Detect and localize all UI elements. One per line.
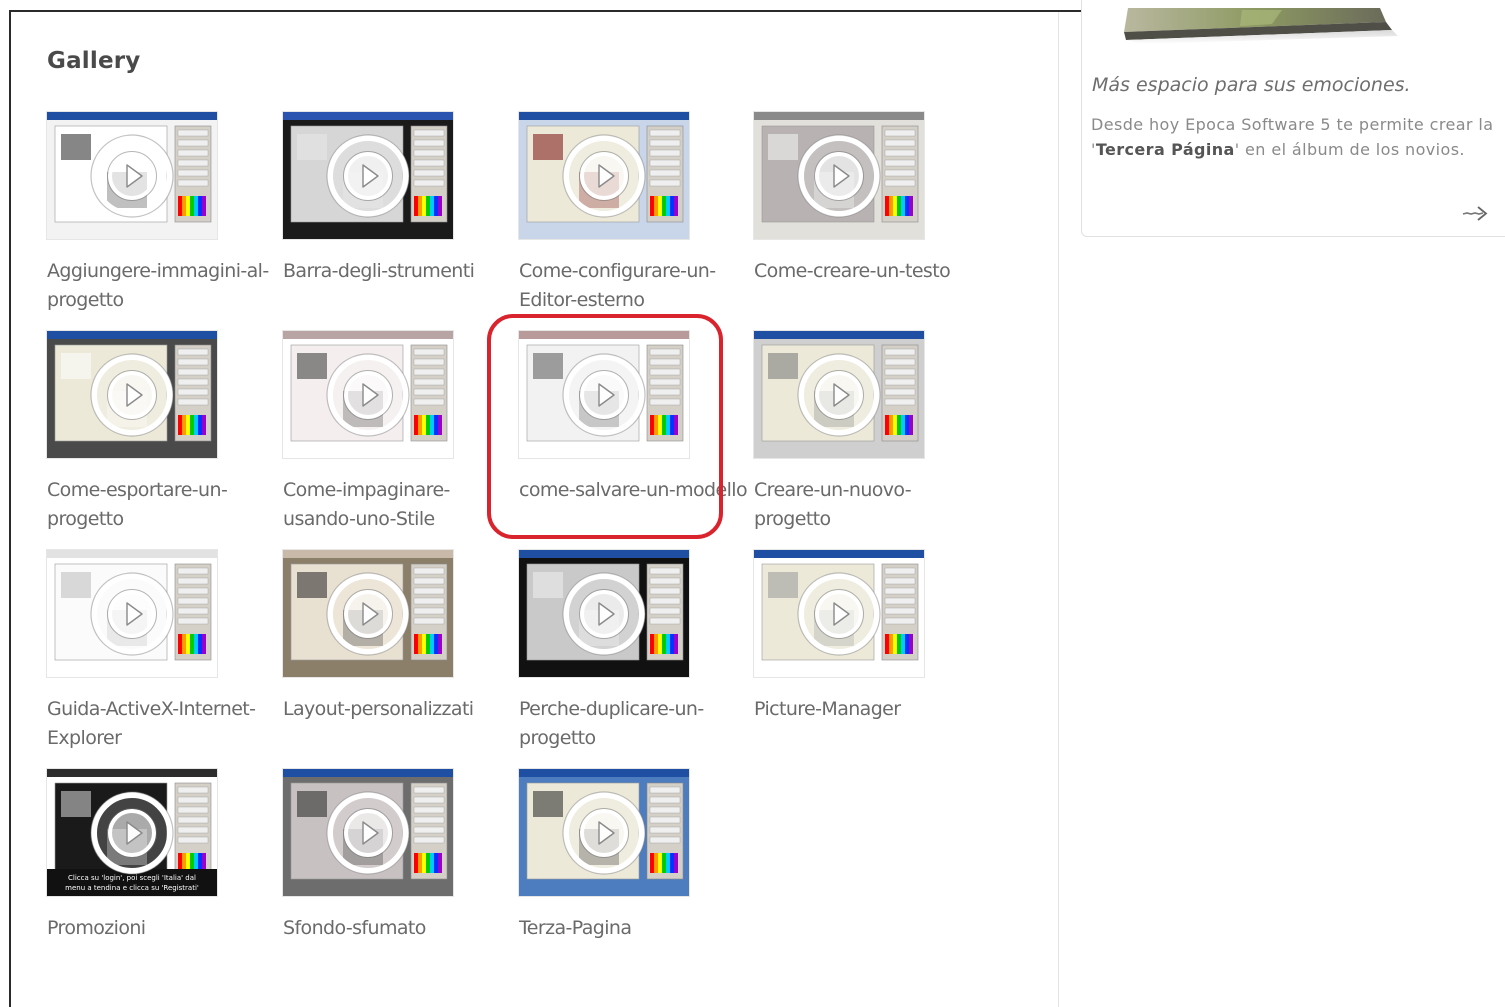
video-thumbnail[interactable] <box>754 331 924 458</box>
video-thumbnail[interactable] <box>47 331 217 458</box>
gallery-item[interactable]: come-salvare-un-modello <box>519 331 751 505</box>
play-icon[interactable] <box>562 571 646 656</box>
video-thumbnail[interactable] <box>283 112 453 239</box>
arrow-right-icon[interactable] <box>1462 204 1488 222</box>
gallery-item-label[interactable]: Aggiungere-immagini-al-progetto <box>47 257 279 315</box>
play-icon[interactable] <box>90 352 174 437</box>
video-thumbnail[interactable]: Clicca su 'login', poi scegli 'Italia' d… <box>47 769 217 896</box>
gallery-item[interactable]: Terza-Pagina <box>519 769 751 943</box>
gallery-item-label[interactable]: Come-creare-un-testo <box>754 257 986 286</box>
play-icon[interactable] <box>90 790 174 875</box>
gallery-item[interactable]: Clicca su 'login', poi scegli 'Italia' d… <box>47 769 279 943</box>
gallery-item-label[interactable]: Picture-Manager <box>754 695 986 724</box>
video-thumbnail[interactable] <box>519 550 689 677</box>
play-icon[interactable] <box>326 133 410 218</box>
play-icon[interactable] <box>797 571 881 656</box>
gallery-item-label[interactable]: Terza-Pagina <box>519 914 751 943</box>
gallery-item-label[interactable]: Barra-degli-strumenti <box>283 257 515 286</box>
gallery-item[interactable]: Come-configurare-un-Editor-esterno <box>519 112 751 315</box>
gallery-item[interactable]: Perche-duplicare-un-progetto <box>519 550 751 753</box>
video-thumbnail[interactable] <box>754 112 924 239</box>
page: Gallery Aggiungere-immagini-al-progetto B… <box>0 0 1505 1007</box>
frame-border-left <box>9 10 11 1007</box>
gallery-item-label[interactable]: Come-impaginare-usando-uno-Stile <box>283 476 515 534</box>
gallery-item-label[interactable]: come-salvare-un-modello <box>519 476 751 505</box>
gallery-item-label[interactable]: Promozioni <box>47 914 279 943</box>
gallery-item[interactable]: Come-creare-un-testo <box>754 112 986 286</box>
gallery-item[interactable]: Picture-Manager <box>754 550 986 724</box>
play-icon[interactable] <box>797 352 881 437</box>
play-icon[interactable] <box>90 571 174 656</box>
column-divider <box>1058 12 1059 1007</box>
play-icon[interactable] <box>326 352 410 437</box>
gallery-item-label[interactable]: Creare-un-nuovo-progetto <box>754 476 986 534</box>
gallery-item-label[interactable]: Guida-ActiveX-Internet-Explorer <box>47 695 279 753</box>
play-icon[interactable] <box>326 790 410 875</box>
gallery-item[interactable]: Come-impaginare-usando-uno-Stile <box>283 331 515 534</box>
play-icon[interactable] <box>326 571 410 656</box>
gallery-title: Gallery <box>47 48 141 74</box>
play-icon[interactable] <box>562 352 646 437</box>
play-icon[interactable] <box>797 133 881 218</box>
thumbnail-caption-line: menu a tendina e clicca su 'Registrati' <box>65 884 199 892</box>
video-thumbnail[interactable] <box>519 769 689 896</box>
video-thumbnail[interactable] <box>754 550 924 677</box>
gallery-item[interactable]: Guida-ActiveX-Internet-Explorer <box>47 550 279 753</box>
video-thumbnail[interactable] <box>283 769 453 896</box>
promo-body-bold: Tercera Página <box>1095 140 1235 159</box>
promo-headline: Más espacio para sus emociones. <box>1092 74 1411 96</box>
video-thumbnail[interactable] <box>47 550 217 677</box>
promo-card[interactable]: Más espacio para sus emociones. Desde ho… <box>1081 0 1505 237</box>
gallery-item[interactable]: Barra-degli-strumenti <box>283 112 515 286</box>
promo-body-text-end: ' en el álbum de los novios. <box>1234 140 1465 159</box>
play-icon[interactable] <box>90 133 174 218</box>
video-thumbnail[interactable] <box>519 112 689 239</box>
gallery-item-label[interactable]: Perche-duplicare-un-progetto <box>519 695 751 753</box>
video-thumbnail[interactable] <box>283 331 453 458</box>
gallery-item-label[interactable]: Layout-personalizzati <box>283 695 515 724</box>
video-thumbnail[interactable] <box>283 550 453 677</box>
gallery-item[interactable]: Layout-personalizzati <box>283 550 515 724</box>
album-book-image <box>1124 8 1398 44</box>
play-icon[interactable] <box>562 790 646 875</box>
gallery-item-label[interactable]: Sfondo-sfumato <box>283 914 515 943</box>
gallery-item[interactable]: Sfondo-sfumato <box>283 769 515 943</box>
thumbnail-caption-line: Clicca su 'login', poi scegli 'Italia' d… <box>68 874 196 882</box>
gallery-item[interactable]: Come-esportare-un-progetto <box>47 331 279 534</box>
gallery-item-label[interactable]: Come-configurare-un-Editor-esterno <box>519 257 751 315</box>
gallery-item[interactable]: Aggiungere-immagini-al-progetto <box>47 112 279 315</box>
video-thumbnail[interactable] <box>47 112 217 239</box>
gallery-item[interactable]: Creare-un-nuovo-progetto <box>754 331 986 534</box>
gallery-item-label[interactable]: Come-esportare-un-progetto <box>47 476 279 534</box>
video-thumbnail[interactable] <box>519 331 689 458</box>
play-icon[interactable] <box>562 133 646 218</box>
promo-body: Desde hoy Epoca Software 5 te permite cr… <box>1091 112 1499 162</box>
